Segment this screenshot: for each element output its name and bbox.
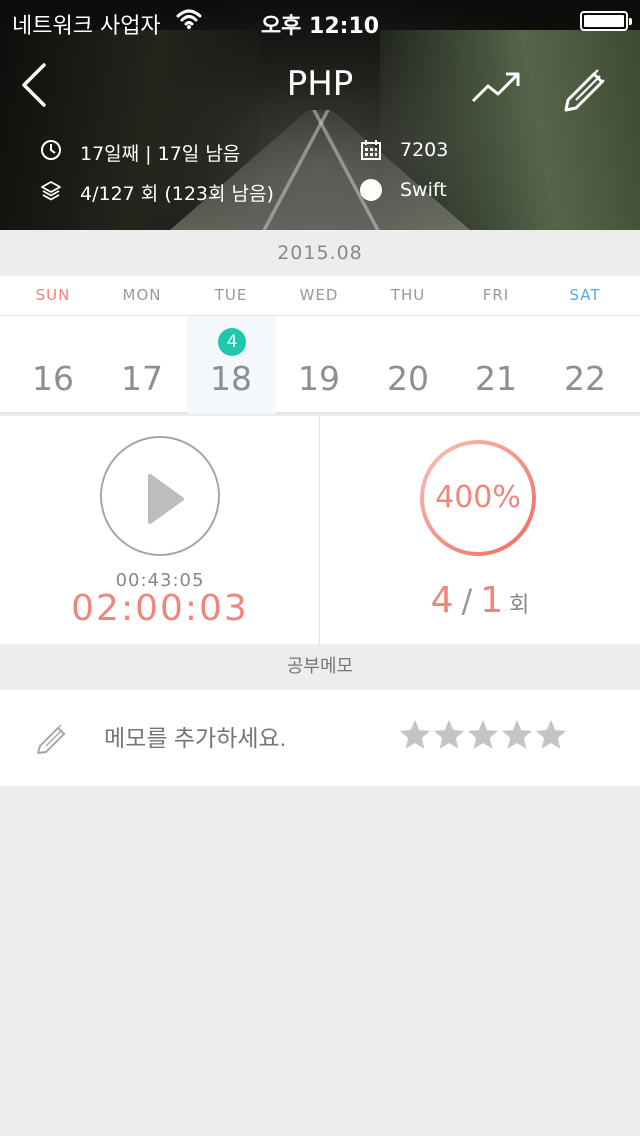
count-unit: 회 bbox=[509, 593, 530, 618]
count-separator: / bbox=[461, 582, 473, 620]
calendar-icon bbox=[361, 140, 381, 160]
day-cell-selected[interactable]: 4 18 bbox=[187, 316, 275, 414]
month-label: 2015.08 bbox=[0, 230, 640, 276]
day-number: 19 bbox=[298, 359, 340, 398]
memo-input[interactable] bbox=[104, 690, 374, 786]
day-cell[interactable]: 19 bbox=[275, 316, 363, 414]
star-icon[interactable] bbox=[466, 718, 500, 752]
memo-row bbox=[0, 690, 640, 786]
total-text: 7203 bbox=[400, 139, 449, 161]
sessions-done: 4 bbox=[430, 580, 454, 621]
star-icon[interactable] bbox=[500, 718, 534, 752]
layers-icon bbox=[41, 181, 61, 201]
tag-text: Swift bbox=[400, 179, 447, 201]
weekday-thu: THU bbox=[390, 286, 426, 304]
rating-stars bbox=[398, 718, 568, 758]
day-cell[interactable]: 17 bbox=[98, 316, 186, 414]
weekday-fri: FRI bbox=[482, 286, 510, 304]
sessions-goal: 1 bbox=[480, 580, 504, 621]
week-days-row: 16 17 4 18 19 20 21 22 bbox=[0, 316, 640, 414]
days-text: 17일째 | 17일 남음 bbox=[80, 143, 241, 165]
pencil-icon bbox=[37, 724, 66, 754]
sessions-text: 4/127 회 (123회 남음) bbox=[80, 183, 274, 205]
day-cell[interactable]: 21 bbox=[452, 316, 540, 414]
day-cell[interactable]: 22 bbox=[541, 316, 629, 414]
weekday-wed: WED bbox=[299, 286, 339, 304]
pencil-icon bbox=[564, 69, 605, 112]
trend-up-icon bbox=[471, 72, 520, 103]
weekday-mon: MON bbox=[122, 286, 162, 304]
day-number: 16 bbox=[32, 359, 74, 398]
session-count-badge: 4 bbox=[218, 328, 246, 356]
weekday-sun: SUN bbox=[35, 286, 71, 304]
status-time: 오후 12:10 bbox=[260, 14, 380, 39]
header-banner: 네트워크 사업자 오후 12:10 PHP 17일째 | 17일 남음 4/12… bbox=[0, 0, 640, 230]
stats-button[interactable] bbox=[470, 70, 522, 106]
tag-dot-icon bbox=[360, 179, 382, 201]
battery-icon bbox=[580, 11, 632, 31]
weekday-sat: SAT bbox=[569, 286, 601, 304]
day-number: 17 bbox=[121, 359, 163, 398]
play-icon bbox=[148, 474, 184, 524]
star-icon[interactable] bbox=[432, 718, 466, 752]
day-cell[interactable]: 16 bbox=[9, 316, 97, 414]
star-icon[interactable] bbox=[534, 718, 568, 752]
session-count: 4/1 회 bbox=[320, 580, 640, 621]
star-icon[interactable] bbox=[398, 718, 432, 752]
study-stats-panel: 00:43:05 02:00:03 400% 4/1 회 bbox=[0, 416, 640, 644]
day-number: 18 bbox=[210, 359, 252, 398]
day-cell[interactable]: 20 bbox=[364, 316, 452, 414]
day-number: 20 bbox=[387, 359, 429, 398]
weekday-tue: TUE bbox=[214, 286, 248, 304]
play-button[interactable] bbox=[100, 436, 220, 556]
memo-section-title: 공부메모 bbox=[0, 644, 640, 690]
status-bar: 네트워크 사업자 오후 12:10 bbox=[0, 0, 640, 40]
day-number: 21 bbox=[475, 359, 517, 398]
goal-time: 02:00:03 bbox=[71, 588, 249, 629]
edit-button[interactable] bbox=[560, 64, 608, 112]
page-title: PHP bbox=[286, 64, 354, 104]
progress-percent: 400% bbox=[435, 480, 521, 515]
day-number: 22 bbox=[564, 359, 606, 398]
weekday-header: SUN MON TUE WED THU FRI SAT bbox=[0, 276, 640, 316]
clock-icon bbox=[41, 140, 61, 160]
